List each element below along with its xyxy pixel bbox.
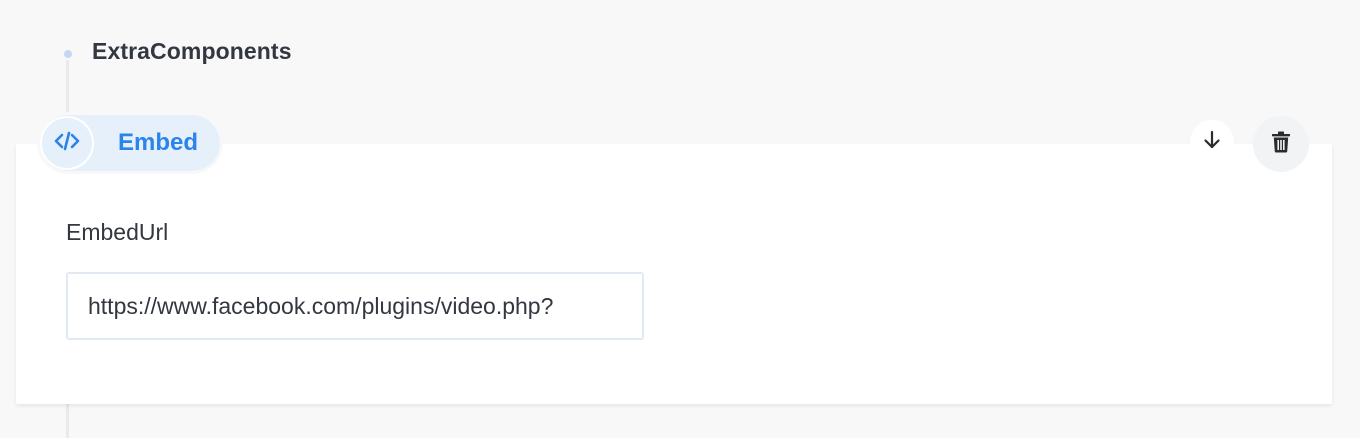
code-icon xyxy=(53,129,81,158)
embed-url-label: EmbedUrl xyxy=(66,219,169,245)
embed-url-input[interactable] xyxy=(66,272,644,340)
component-header-toggle[interactable]: Embed xyxy=(40,115,220,171)
component-icon-wrapper xyxy=(40,116,94,170)
timeline-dot xyxy=(62,48,74,60)
component-name: Embed xyxy=(118,129,199,156)
page: ExtraComponents Embed EmbedUrl https://w… xyxy=(0,0,1360,438)
section-title: ExtraComponents xyxy=(92,38,292,64)
trash-icon xyxy=(1271,131,1291,158)
arrow-down-icon xyxy=(1201,129,1223,156)
move-down-button[interactable] xyxy=(1190,120,1234,164)
delete-component-button[interactable] xyxy=(1253,116,1309,172)
